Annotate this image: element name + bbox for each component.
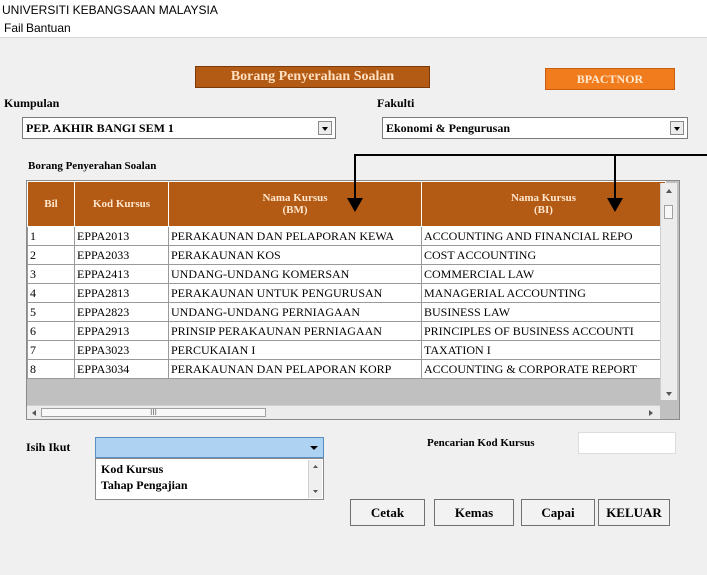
cell-nama-bm[interactable]: UNDANG-UNDANG KOMERSAN (168, 264, 422, 284)
keluar-button[interactable]: KELUAR (598, 499, 670, 526)
section-title: Borang Penyerahan Soalan (28, 160, 157, 172)
cell-nama-bm[interactable]: PRINSIP PERAKAUNAN PERNIAGAAN (168, 321, 422, 341)
menu-bantuan[interactable]: Bantuan (26, 20, 71, 37)
cell-nama-bi[interactable]: BUSINESS LAW (421, 302, 666, 322)
chevron-down-icon[interactable] (318, 121, 332, 135)
cell-bil[interactable]: 8 (27, 359, 75, 379)
cell-bil[interactable]: 1 (27, 226, 75, 246)
kumpulan-value: PEP. AKHIR BANGI SEM 1 (26, 121, 174, 135)
cell-nama-bi[interactable]: COMMERCIAL LAW (421, 264, 666, 284)
chevron-down-icon[interactable] (670, 121, 684, 135)
cell-kod[interactable]: EPPA2413 (74, 264, 169, 284)
cell-nama-bm[interactable]: PERAKAUNAN UNTUK PENGURUSAN (168, 283, 422, 303)
header-nama-kursus-bi[interactable]: Nama Kursus (BI) (421, 181, 666, 227)
header-nama-kursus-bm[interactable]: Nama Kursus (BM) (168, 181, 422, 227)
horizontal-scroll-thumb[interactable]: III (41, 408, 266, 417)
cell-nama-bi[interactable]: ACCOUNTING AND FINANCIAL REPO (421, 226, 666, 246)
app-window: UNIVERSITI KEBANGSAAN MALAYSIA Fail Bant… (0, 0, 707, 575)
sort-option-kod-kursus[interactable]: Kod Kursus (101, 462, 163, 477)
kumpulan-dropdown[interactable]: PEP. AKHIR BANGI SEM 1 (22, 117, 336, 139)
cetak-button[interactable]: Cetak (350, 499, 425, 526)
course-table: Bil Kod Kursus Nama Kursus (BM) Nama Kur… (26, 180, 680, 420)
cell-kod[interactable]: EPPA2033 (74, 245, 169, 265)
search-kod-kursus-input[interactable] (578, 432, 676, 454)
vertical-scroll-thumb[interactable] (664, 205, 673, 219)
search-label: Pencarian Kod Kursus (427, 437, 535, 449)
cell-bil[interactable]: 4 (27, 283, 75, 303)
window-title: UNIVERSITI KEBANGSAAN MALAYSIA (0, 0, 707, 20)
cell-bil[interactable]: 2 (27, 245, 75, 265)
table-row[interactable]: 1 EPPA2013 PERAKAUNAN DAN PELAPORAN KEWA… (27, 226, 666, 246)
cell-kod[interactable]: EPPA3034 (74, 359, 169, 379)
table-row[interactable]: 4 EPPA2813 PERAKAUNAN UNTUK PENGURUSAN M… (27, 283, 666, 303)
form-code-badge: BPACTNOR (545, 68, 675, 90)
cell-bil[interactable]: 7 (27, 340, 75, 360)
form-banner: Borang Penyerahan Soalan (195, 66, 430, 88)
fakulti-dropdown[interactable]: Ekonomi & Pengurusan (382, 117, 688, 139)
menu-fail[interactable]: Fail (4, 20, 23, 37)
cell-nama-bi[interactable]: TAXATION I (421, 340, 666, 360)
sort-dropdown[interactable] (95, 437, 324, 458)
kumpulan-label: Kumpulan (4, 96, 60, 110)
cell-nama-bi[interactable]: PRINCIPLES OF BUSINESS ACCOUNTI (421, 321, 666, 341)
cell-nama-bm[interactable]: PERAKAUNAN DAN PELAPORAN KEWA (168, 226, 422, 246)
header-kod-kursus[interactable]: Kod Kursus (74, 181, 169, 227)
cell-nama-bi[interactable]: COST ACCOUNTING (421, 245, 666, 265)
sort-options-list[interactable]: Kod Kursus Tahap Pengajian (95, 458, 324, 500)
fakulti-value: Ekonomi & Pengurusan (386, 121, 511, 135)
cell-kod[interactable]: EPPA2823 (74, 302, 169, 322)
header-bi-line1: Nama Kursus (510, 192, 577, 204)
kemas-button[interactable]: Kemas (434, 499, 514, 526)
list-scrollbar[interactable] (308, 460, 322, 498)
cell-nama-bm[interactable]: UNDANG-UNDANG PERNIAGAAN (168, 302, 422, 322)
table-vertical-scrollbar[interactable] (660, 183, 677, 400)
scroll-arrows-icon (313, 465, 318, 493)
cell-bil[interactable]: 6 (27, 321, 75, 341)
table-row[interactable]: 2 EPPA2033 PERAKAUNAN KOS COST ACCOUNTIN… (27, 245, 666, 265)
cell-nama-bi[interactable]: MANAGERIAL ACCOUNTING (421, 283, 666, 303)
table-row[interactable]: 3 EPPA2413 UNDANG-UNDANG KOMERSAN COMMER… (27, 264, 666, 284)
cell-nama-bi[interactable]: ACCOUNTING & CORPORATE REPORT (421, 359, 666, 379)
cell-kod[interactable]: EPPA3023 (74, 340, 169, 360)
header-bi-line2: (BI) (534, 204, 553, 216)
cell-nama-bm[interactable]: PERAKAUNAN KOS (168, 245, 422, 265)
cell-nama-bm[interactable]: PERCUKAIAN I (168, 340, 422, 360)
cell-bil[interactable]: 3 (27, 264, 75, 284)
table-horizontal-scrollbar[interactable]: III (27, 405, 660, 419)
chevron-down-icon[interactable] (309, 445, 319, 453)
table-row[interactable]: 7 EPPA3023 PERCUKAIAN I TAXATION I (27, 340, 666, 360)
header-bm-line2: (BM) (282, 204, 308, 216)
sort-option-tahap-pengajian[interactable]: Tahap Pengajian (101, 478, 188, 493)
cell-kod[interactable]: EPPA2813 (74, 283, 169, 303)
sort-label: Isih Ikut (26, 440, 71, 454)
header-bm-line1: Nama Kursus (262, 192, 328, 204)
cell-kod[interactable]: EPPA2013 (74, 226, 169, 246)
table-row[interactable]: 8 EPPA3034 PERAKAUNAN DAN PELAPORAN KORP… (27, 359, 666, 379)
capai-button[interactable]: Capai (521, 499, 595, 526)
cell-kod[interactable]: EPPA2913 (74, 321, 169, 341)
header-bil[interactable]: Bil (27, 181, 75, 227)
table-row[interactable]: 6 EPPA2913 PRINSIP PERAKAUNAN PERNIAGAAN… (27, 321, 666, 341)
fakulti-label: Fakulti (377, 96, 415, 110)
table-header-row: Bil Kod Kursus Nama Kursus (BM) Nama Kur… (27, 181, 666, 227)
cell-bil[interactable]: 5 (27, 302, 75, 322)
cell-nama-bm[interactable]: PERAKAUNAN DAN PELAPORAN KORP (168, 359, 422, 379)
menu-bar: Fail Bantuan (0, 20, 707, 38)
table-row[interactable]: 5 EPPA2823 UNDANG-UNDANG PERNIAGAAN BUSI… (27, 302, 666, 322)
